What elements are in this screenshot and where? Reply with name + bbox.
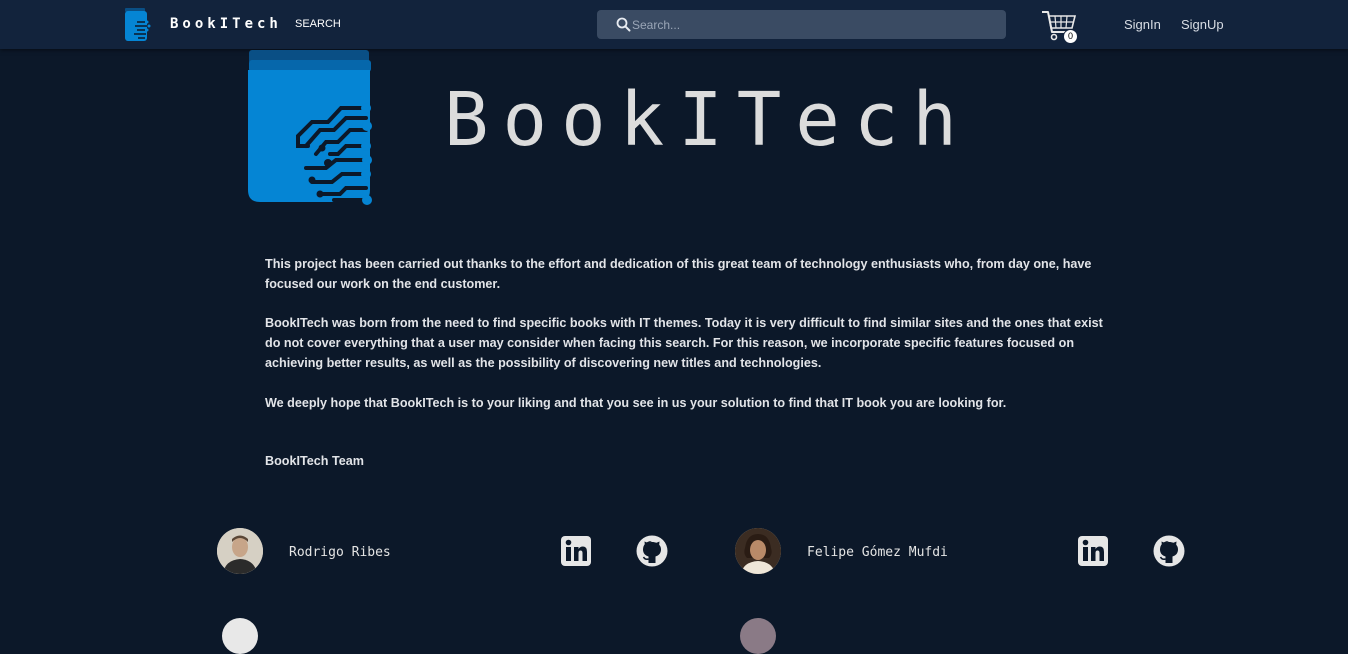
cart-count-badge: 0 [1063,29,1078,44]
avatar [740,618,776,654]
team-member-name: Felipe Gómez Mufdi [807,545,948,560]
bookitech-logo-icon[interactable] [125,8,151,41]
search-icon [616,17,631,32]
signin-link[interactable]: SignIn [1124,17,1161,32]
search-input[interactable] [632,10,992,39]
github-icon[interactable] [1153,535,1185,567]
about-paragraph: BookITech was born from the need to find… [265,316,1103,370]
hero-title: BookITech [444,77,971,163]
linkedin-icon[interactable] [1077,535,1109,567]
about-section: This project has been carried out thanks… [265,255,1115,492]
search-bar [597,10,1006,39]
avatar [217,528,263,574]
nav-brand[interactable]: BookITech [170,16,282,32]
avatar-photo-icon [217,528,263,574]
about-paragraph: We deeply hope that BookITech is to your… [265,395,1007,410]
avatar [222,618,258,654]
navbar: BookITech SEARCH 0 SignIn SignUp [0,0,1348,49]
github-icon[interactable] [636,535,668,567]
linkedin-icon[interactable] [560,535,592,567]
avatar-photo-icon [735,528,781,574]
bookitech-hero-logo-icon [248,50,372,205]
signup-link[interactable]: SignUp [1181,17,1224,32]
team-signature: BookITech Team [265,454,364,469]
search-nav-link[interactable]: SEARCH [295,18,341,30]
about-paragraph: This project has been carried out thanks… [265,257,1092,291]
team-member-name: Rodrigo Ribes [289,545,391,560]
avatar [735,528,781,574]
